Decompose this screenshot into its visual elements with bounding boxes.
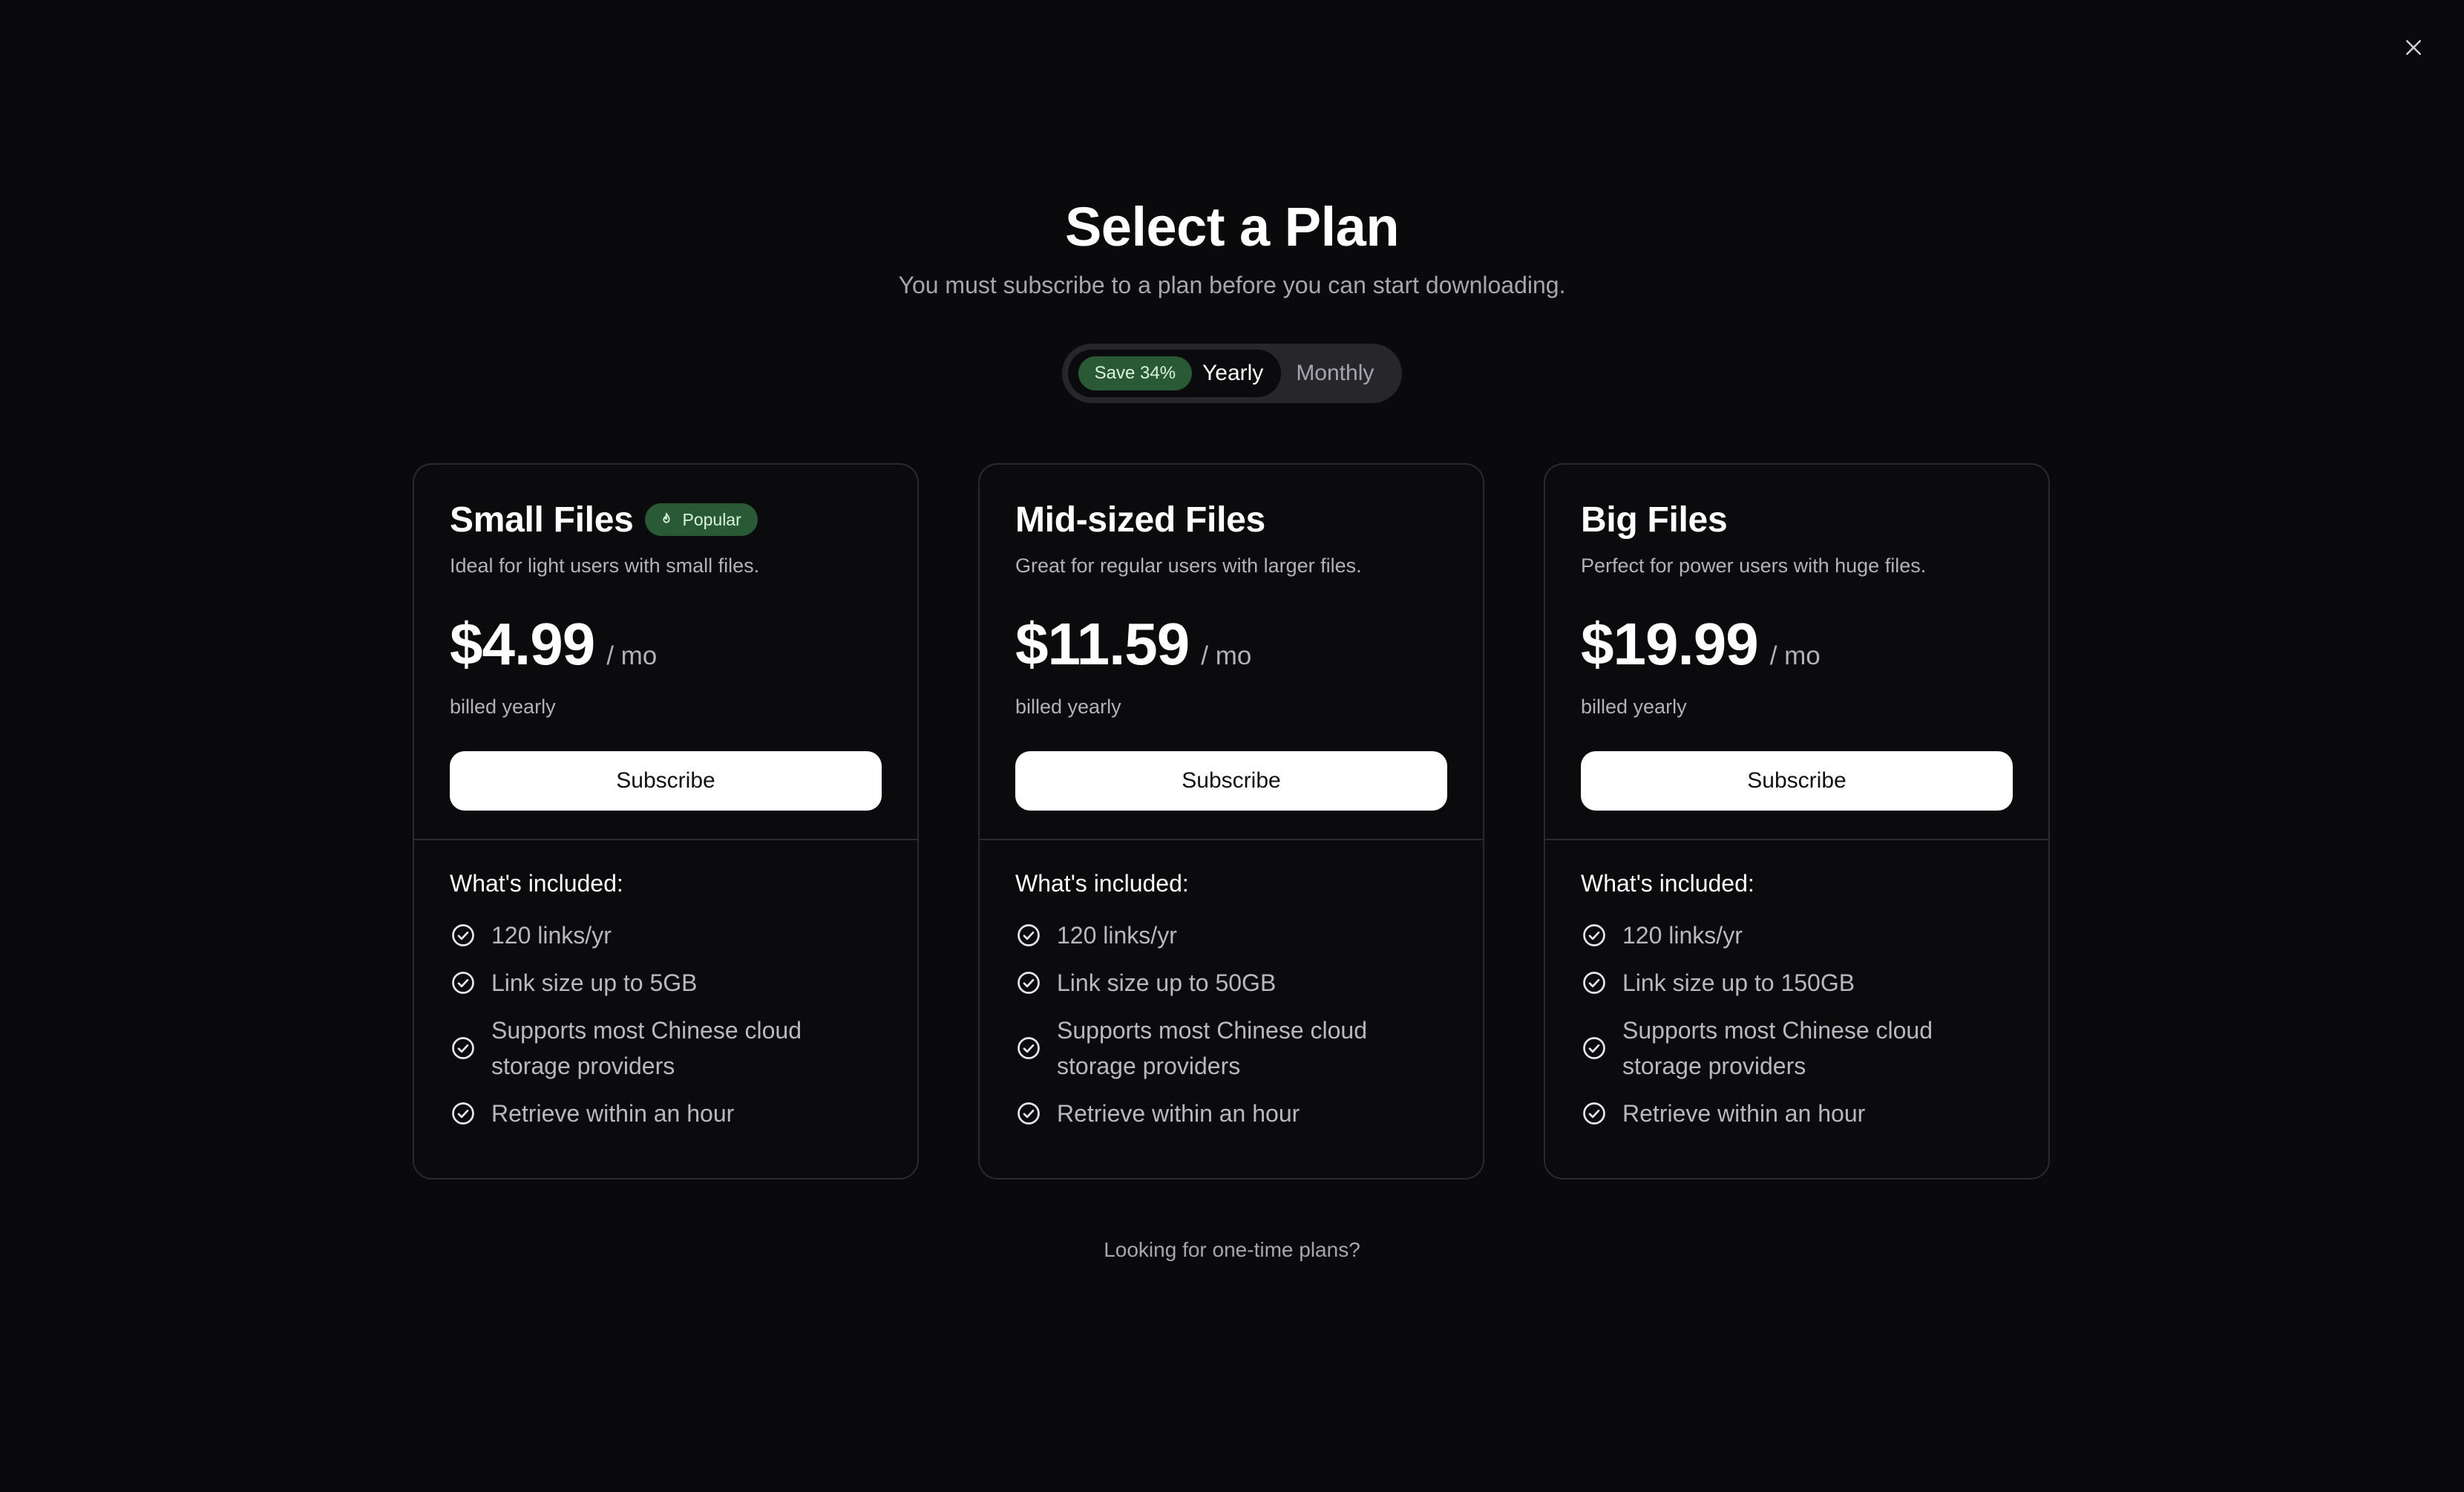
monthly-label: Monthly — [1296, 361, 1374, 385]
plan-name-row: Big Files — [1581, 496, 2013, 543]
feature-item: Link size up to 150GB — [1581, 965, 2013, 1001]
feature-item: Retrieve within an hour — [1015, 1096, 1447, 1131]
plan-card-mid-sized-files: Mid-sized Files Great for regular users … — [978, 463, 1484, 1179]
billing-note: billed yearly — [1015, 696, 1121, 718]
check-circle-icon — [450, 922, 476, 949]
plan-description: Perfect for power users with huge files. — [1581, 554, 1927, 577]
feature-item: Link size up to 50GB — [1015, 965, 1447, 1001]
check-circle-icon — [1015, 969, 1042, 996]
plan-card-big-files: Big Files Perfect for power users with h… — [1544, 463, 2050, 1179]
plan-card-small-files: Small Files Popular Ideal for light user… — [413, 463, 919, 1179]
feature-text: Retrieve within an hour — [1057, 1100, 1300, 1127]
plan-name-row: Mid-sized Files — [1015, 496, 1447, 543]
plan-price: $11.59 — [1015, 611, 1190, 677]
plan-features: What's included: 120 links/yr Link size … — [414, 840, 917, 1131]
save-badge: Save 34% — [1078, 356, 1193, 390]
plan-description: Ideal for light users with small files. — [450, 554, 760, 577]
popular-badge: Popular — [645, 503, 758, 536]
price-period: / mo — [606, 641, 658, 670]
feature-item: Supports most Chinese cloud storage prov… — [450, 1012, 882, 1084]
feature-text: Retrieve within an hour — [491, 1100, 735, 1127]
feature-text: 120 links/yr — [1622, 922, 1743, 949]
billing-toggle: Save 34% Yearly Monthly — [1061, 344, 1403, 403]
feature-text: Retrieve within an hour — [1622, 1100, 1866, 1127]
plan-name-row: Small Files Popular — [450, 496, 882, 543]
billing-note: billed yearly — [1581, 696, 1687, 718]
close-button[interactable] — [2390, 24, 2437, 71]
plan-name: Small Files — [450, 500, 634, 540]
price-period: / mo — [1769, 641, 1821, 670]
check-circle-icon — [1581, 1100, 1608, 1127]
plan-features: What's included: 120 links/yr Link size … — [980, 840, 1483, 1131]
check-circle-icon — [450, 1035, 476, 1061]
plan-price: $19.99 — [1581, 611, 1759, 677]
billing-toggle-wrapper: Save 34% Yearly Monthly — [0, 344, 2464, 403]
check-circle-icon — [1015, 1100, 1042, 1127]
plan-name: Mid-sized Files — [1015, 500, 1265, 540]
check-circle-icon — [450, 969, 476, 996]
feature-text: 120 links/yr — [491, 922, 612, 949]
header: Select a Plan You must subscribe to a pl… — [0, 192, 2464, 301]
price-row: $19.99 / mo — [1581, 610, 2013, 678]
feature-item: 120 links/yr — [1581, 917, 2013, 953]
billing-note: billed yearly — [450, 696, 556, 718]
feature-item: Supports most Chinese cloud storage prov… — [1581, 1012, 2013, 1084]
included-title: What's included: — [1581, 870, 1754, 897]
feature-text: 120 links/yr — [1057, 922, 1177, 949]
yearly-option[interactable]: Save 34% Yearly — [1067, 350, 1282, 397]
plan-price: $4.99 — [450, 611, 595, 677]
feature-text: Supports most Chinese cloud storage prov… — [491, 1017, 802, 1079]
subscribe-button[interactable]: Subscribe — [1015, 751, 1447, 811]
page-subtitle: You must subscribe to a plan before you … — [898, 272, 1566, 298]
price-row: $4.99 / mo — [450, 610, 882, 678]
check-circle-icon — [1581, 1035, 1608, 1061]
feature-text: Supports most Chinese cloud storage prov… — [1622, 1017, 1933, 1079]
plan-features: What's included: 120 links/yr Link size … — [1545, 840, 2048, 1131]
page-title: Select a Plan — [1064, 196, 1400, 258]
feature-item: Retrieve within an hour — [1581, 1096, 2013, 1131]
subscribe-button[interactable]: Subscribe — [1581, 751, 2013, 811]
feature-item: Retrieve within an hour — [450, 1096, 882, 1131]
one-time-plans-link[interactable]: Looking for one-time plans? — [0, 1238, 2464, 1262]
check-circle-icon — [1015, 922, 1042, 949]
plan-card-header: Mid-sized Files Great for regular users … — [980, 465, 1483, 840]
check-circle-icon — [1015, 1035, 1042, 1061]
flame-icon — [663, 512, 671, 523]
included-title: What's included: — [450, 870, 623, 897]
feature-text: Link size up to 150GB — [1622, 969, 1855, 996]
close-icon — [2406, 40, 2421, 55]
feature-item: Link size up to 5GB — [450, 965, 882, 1001]
popular-badge-label: Popular — [682, 509, 741, 529]
plan-card-header: Small Files Popular Ideal for light user… — [414, 465, 917, 840]
monthly-option[interactable]: Monthly — [1281, 350, 1396, 397]
feature-item: 120 links/yr — [1015, 917, 1447, 953]
price-row: $11.59 / mo — [1015, 610, 1447, 678]
feature-text: Link size up to 5GB — [491, 969, 698, 996]
plan-card-header: Big Files Perfect for power users with h… — [1545, 465, 2048, 840]
price-period: / mo — [1201, 641, 1252, 670]
feature-text: Supports most Chinese cloud storage prov… — [1057, 1017, 1367, 1079]
yearly-label: Yearly — [1202, 361, 1264, 385]
subscribe-button[interactable]: Subscribe — [450, 751, 882, 811]
plan-name: Big Files — [1581, 500, 1728, 540]
check-circle-icon — [1581, 969, 1608, 996]
check-circle-icon — [1581, 922, 1608, 949]
plan-description: Great for regular users with larger file… — [1015, 554, 1362, 577]
feature-item: 120 links/yr — [450, 917, 882, 953]
plan-selection-page: Select a Plan You must subscribe to a pl… — [0, 0, 2464, 1492]
plan-cards: Small Files Popular Ideal for light user… — [413, 463, 2050, 1179]
feature-item: Supports most Chinese cloud storage prov… — [1015, 1012, 1447, 1084]
feature-text: Link size up to 50GB — [1057, 969, 1277, 996]
check-circle-icon — [450, 1100, 476, 1127]
included-title: What's included: — [1015, 870, 1189, 897]
